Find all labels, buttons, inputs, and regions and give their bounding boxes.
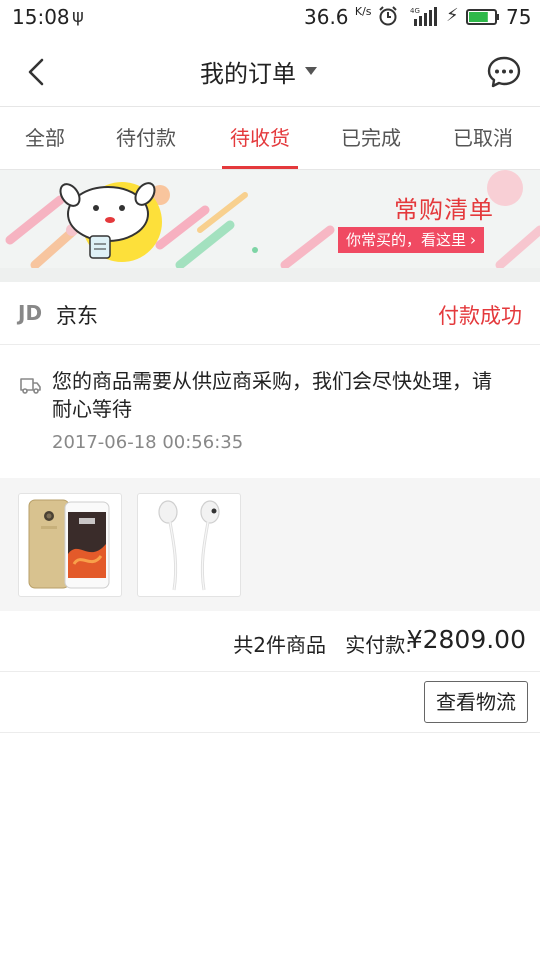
status-bar: 15:08 ψ 36.6 K/s 4G ⚡ 75 [0, 0, 540, 34]
charging-icon: ⚡ [446, 5, 459, 26]
banner-title: 常购清单 [394, 196, 494, 224]
item-count: 共2件商品 [233, 633, 326, 657]
tab-completed[interactable]: 已完成 [324, 107, 418, 169]
signal-icon: 4G [410, 7, 437, 26]
network-speed-unit: K/s [354, 5, 372, 18]
network-speed-value: 36.6 [304, 5, 349, 29]
view-logistics-button[interactable]: 查看物流 [424, 681, 528, 723]
paid-amount: ¥2809.00 [406, 625, 526, 654]
battery-percent: 75 [506, 5, 532, 29]
banner-cta-label: 你常买的，看这里 [346, 231, 467, 249]
tracking-time: 2017-06-18 00:56:35 [52, 432, 244, 453]
store-row[interactable]: JD 京东 付款成功 [0, 282, 540, 345]
paid-label: 实付款: [345, 633, 412, 657]
active-tab-indicator [222, 166, 298, 169]
tab-all[interactable]: 全部 [0, 107, 90, 169]
product-list[interactable] [0, 478, 540, 611]
product-thumbnail-phone[interactable] [18, 493, 122, 597]
truck-icon [20, 378, 41, 394]
store-name: 京东 [56, 304, 98, 328]
section-divider [0, 268, 540, 282]
usb-icon: ψ [72, 6, 84, 27]
order-summary: 共2件商品 实付款: ¥2809.00 [0, 611, 540, 672]
banner-cta[interactable]: 你常买的，看这里 › [338, 227, 485, 253]
product-thumbnail-earphones[interactable] [137, 493, 241, 597]
tracking-info[interactable]: 您的商品需要从供应商采购，我们会尽快处理，请耐心等待 2017-06-18 00… [0, 345, 540, 477]
tab-cancelled[interactable]: 已取消 [436, 107, 530, 169]
frequent-purchase-banner[interactable]: 常购清单 你常买的，看这里 › [0, 170, 540, 268]
caret-down-icon [305, 67, 317, 75]
page-title: 我的订单 [200, 59, 296, 88]
order-status: 付款成功 [438, 304, 522, 328]
back-button[interactable] [18, 52, 58, 92]
order-tabs: 全部 待付款 待收货 已完成 已取消 [0, 107, 540, 170]
message-button[interactable] [484, 52, 524, 92]
app-header: 我的订单 [0, 34, 540, 107]
tab-pending-payment[interactable]: 待付款 [100, 107, 192, 169]
tracking-message: 您的商品需要从供应商采购，我们会尽快处理，请耐心等待 [52, 369, 492, 421]
order-filter-dropdown[interactable]: 我的订单 [200, 54, 318, 88]
phone-image [28, 499, 110, 589]
store-logo: JD [18, 301, 43, 325]
network-type: 4G [410, 7, 420, 15]
network-speed: 36.6 K/s [304, 5, 372, 29]
status-time: 15:08 [12, 5, 70, 29]
tab-pending-receipt[interactable]: 待收货 [212, 107, 308, 169]
battery-icon [466, 9, 499, 25]
alarm-icon [379, 6, 397, 26]
order-actions: 查看物流 [0, 672, 540, 733]
chevron-right-icon: › [470, 231, 477, 249]
earphones-image [158, 500, 220, 591]
